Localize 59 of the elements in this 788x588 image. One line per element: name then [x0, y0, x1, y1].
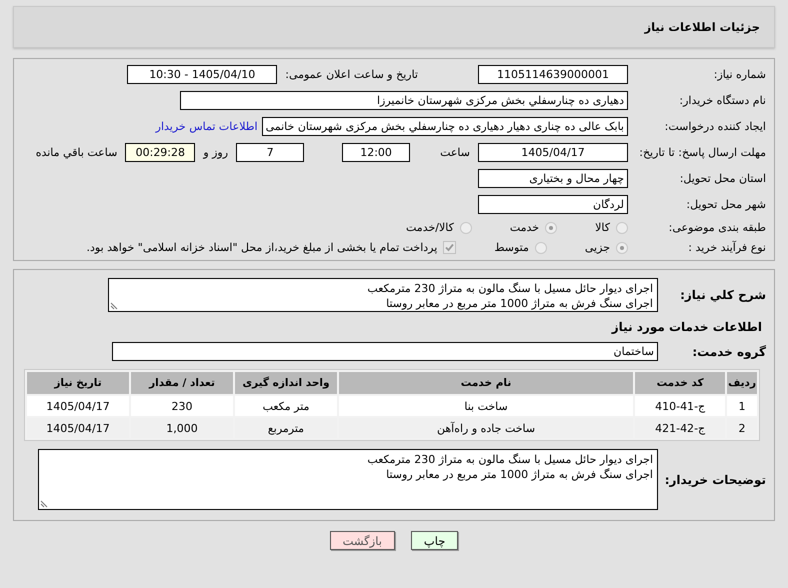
service-group-field: ساختمان: [112, 342, 658, 361]
radio-button[interactable]: [616, 242, 628, 254]
page-title: جزئیات اطلاعات نیاز: [644, 20, 760, 34]
requester-field: بابک عالی ده چناری دهیار دهیاری ده چنارسفلي بخش مرکزی شهرستان خانمی: [262, 117, 628, 136]
option-label: کالا/خدمت: [406, 221, 454, 234]
field-label: تاریخ و ساعت اعلان عمومی:: [285, 68, 418, 81]
column-header: تعداد / مقدار: [131, 372, 233, 394]
option-label: خدمت: [510, 221, 540, 234]
announce-date-field: 1405/04/10 - 10:30: [127, 65, 278, 84]
option-label: جزیی: [584, 241, 610, 254]
table-cell: متر مکعب: [235, 396, 337, 416]
option-label: کالا: [595, 221, 610, 234]
checkbox[interactable]: [443, 241, 456, 254]
radio-button[interactable]: [545, 222, 558, 234]
table-cell: 1405/04/17: [27, 396, 129, 416]
column-header: تاریخ نیاز: [27, 372, 129, 394]
table-cell: 230: [131, 396, 233, 416]
radio-button[interactable]: [616, 222, 628, 234]
buyer-notes-field: اجرای دیوار حائل مسیل با سنگ مالون به متراژ 230 مترمکعب اجرای سنگ فرش به متراژ 1000 متر مربع در معابر روستا: [38, 449, 658, 510]
buyer-contact-link[interactable]: اطلاعات تماس خریدار: [156, 120, 258, 133]
province-field: چهار محال و بختیاری: [478, 169, 628, 188]
back-button[interactable]: بازگشت: [330, 531, 395, 550]
print-button[interactable]: چاپ: [410, 531, 458, 550]
field-label: شهر محل تحویل:: [685, 198, 766, 211]
days-field: 7: [236, 143, 304, 162]
column-header: ردیف: [727, 372, 757, 394]
table-cell: 1: [727, 396, 757, 416]
remaining-time-field: 00:29:28: [125, 143, 196, 162]
deadline-time-field: 12:00: [342, 143, 410, 162]
table-cell: ج-41-410: [635, 396, 726, 416]
resize-grip-icon[interactable]: [110, 302, 118, 310]
remaining-label: ساعت باقي مانده: [36, 146, 118, 159]
time-label: ساعت: [440, 146, 470, 159]
field-label: ایجاد کننده درخواست:: [664, 120, 766, 133]
description-field: اجرای دیوار حائل مسیل با سنگ مالون به متراژ 230 مترمکعب اجرای سنگ فرش به متراژ 1000 متر مربع در معابر روستا: [108, 278, 658, 312]
treasury-note: پرداخت تمام یا بخشی از مبلغ خرید،از محل "اسناد خزانه اسلامی" خواهد بود.: [86, 241, 438, 254]
section-heading: اطلاعات خدمات مورد نیاز: [610, 320, 763, 334]
field-label: نام دستگاه خریدار:: [678, 94, 766, 107]
field-label: استان محل تحویل:: [678, 172, 766, 185]
radio-button[interactable]: [534, 242, 547, 254]
field-label: طبقه بندی موضوعی:: [668, 221, 766, 234]
deadline-date-field: 1405/04/17: [478, 143, 628, 162]
resize-grip-icon[interactable]: [40, 500, 48, 508]
field-label: مهلت ارسال پاسخ: تا تاریخ:: [638, 145, 766, 160]
column-header: نام خدمت: [339, 372, 634, 394]
field-label: شماره نیاز:: [712, 68, 766, 81]
column-header: واحد اندازه گیری: [235, 372, 337, 394]
field-label: گروه خدمت:: [691, 344, 766, 358]
field-label: شرح کلي نیاز:: [679, 288, 766, 302]
column-header: کد خدمت: [635, 372, 726, 394]
option-label: متوسط: [494, 241, 529, 254]
city-field: لردگان: [478, 195, 628, 214]
table-cell: ساخت بنا: [339, 396, 634, 416]
days-label: روز و: [203, 146, 228, 159]
need-number-field: 1105114639000001: [478, 65, 628, 84]
buyer-field: دهیاری ده چنارسفلي بخش مرکزی شهرستان خانمیرزا: [180, 91, 628, 110]
field-label: توضیحات خریدار:: [666, 472, 766, 486]
radio-button[interactable]: [460, 222, 472, 234]
field-label: نوع فرآیند خرید :: [687, 241, 766, 254]
